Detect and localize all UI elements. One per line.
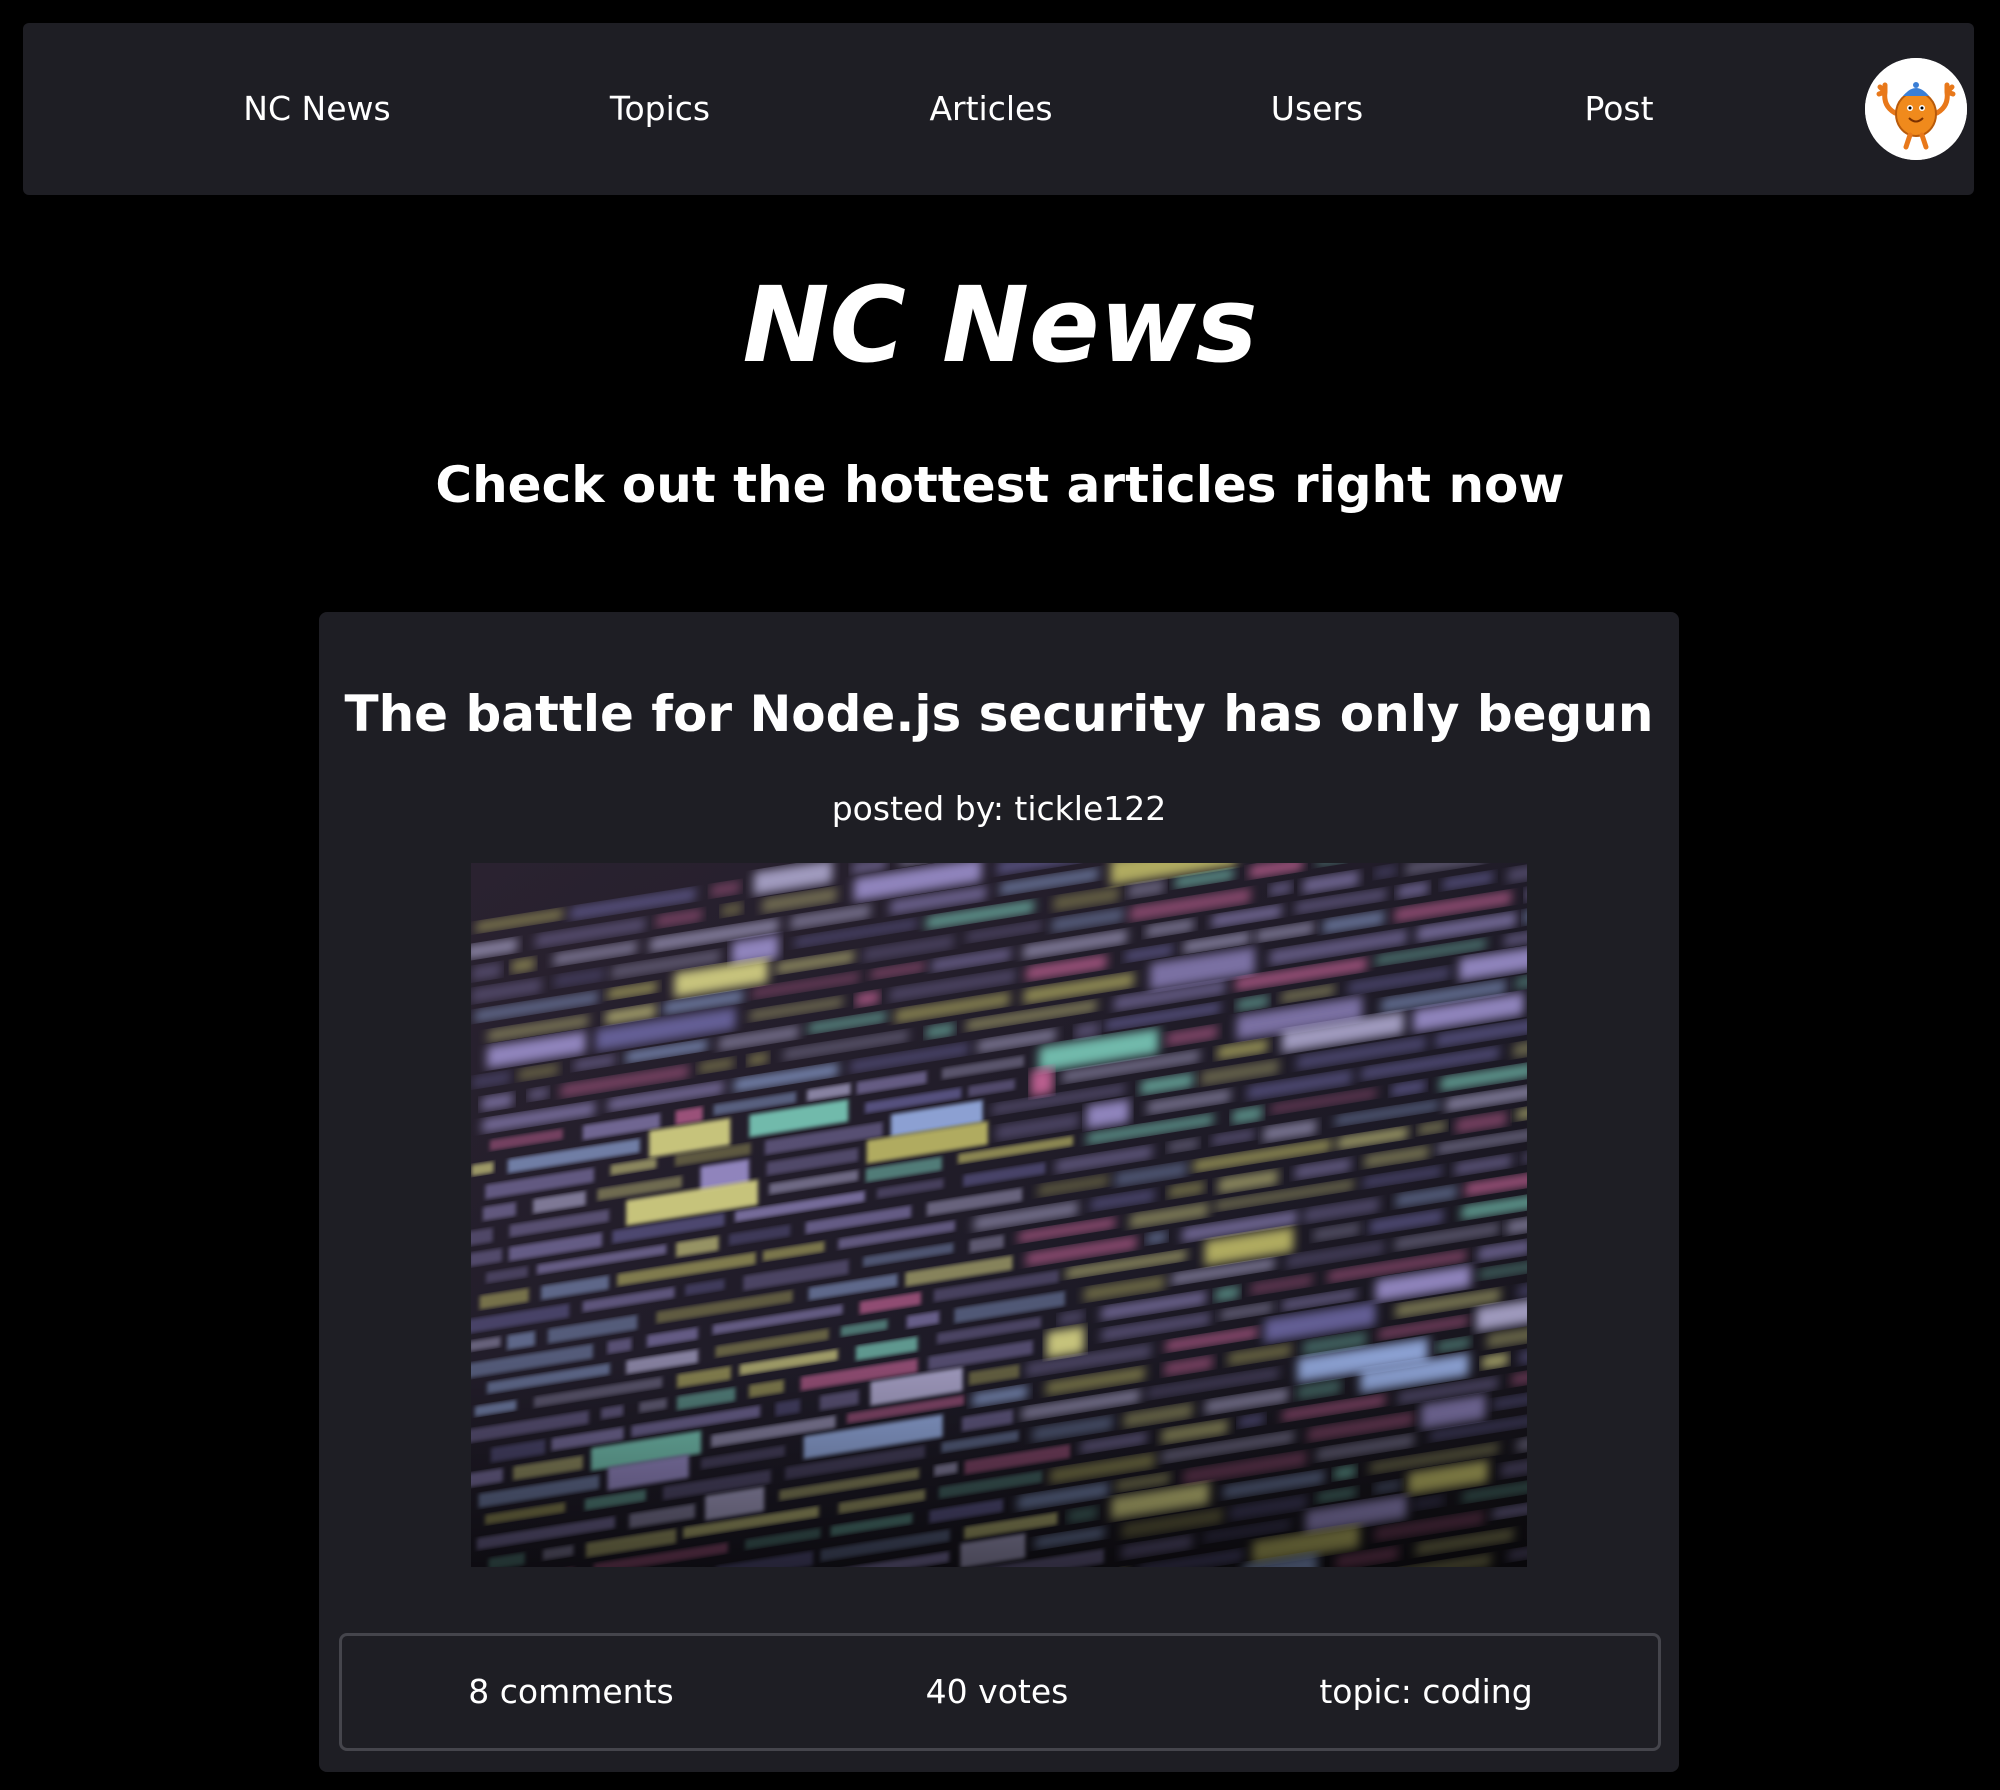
site-title: NC News [742, 264, 1258, 386]
nav-link-users[interactable]: Users [1271, 23, 1363, 195]
nav-link-topics[interactable]: Topics [610, 23, 710, 195]
nav-link-post[interactable]: Post [1584, 23, 1653, 195]
article-card[interactable]: The battle for Node.js security has only… [319, 612, 1679, 1772]
code-screen-photo [471, 863, 1527, 1567]
cartoon-avatar-icon [1865, 58, 1967, 160]
user-avatar[interactable] [1865, 58, 1967, 160]
topic-label[interactable]: topic: coding [1319, 1636, 1532, 1748]
nav-link-home[interactable]: NC News [243, 23, 390, 195]
vote-count[interactable]: 40 votes [926, 1636, 1069, 1748]
article-author: posted by: tickle122 [831, 789, 1167, 828]
article-stats: 8 comments 40 votes topic: coding [339, 1633, 1661, 1751]
comment-count[interactable]: 8 comments [468, 1636, 673, 1748]
page-subtitle: Check out the hottest articles right now [435, 456, 1565, 514]
article-image[interactable] [471, 863, 1527, 1567]
navbar: NC News Topics Articles Users Post [23, 23, 1974, 195]
nav-link-articles[interactable]: Articles [929, 23, 1052, 195]
article-title[interactable]: The battle for Node.js security has only… [319, 679, 1679, 749]
